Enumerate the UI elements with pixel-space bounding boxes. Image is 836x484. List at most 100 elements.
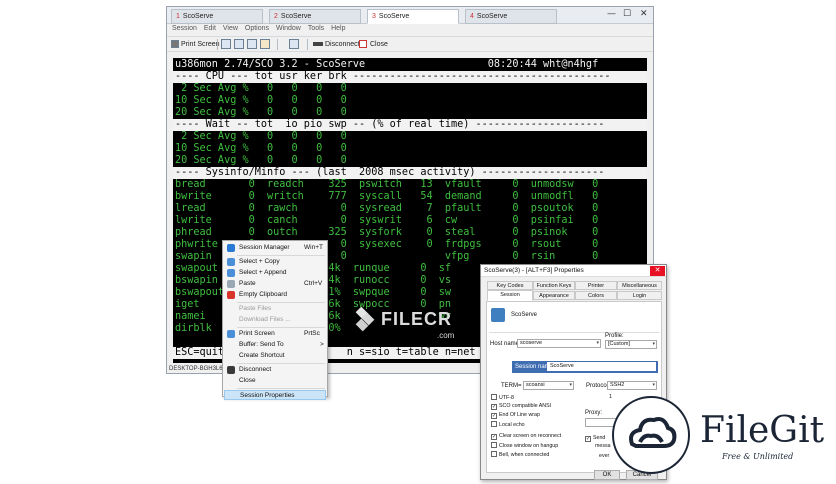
menu-view[interactable]: View [223, 25, 238, 32]
menu-separator [237, 327, 325, 328]
menu-options[interactable]: Options [245, 25, 269, 32]
menu-item-label: Buffer: Send To [239, 341, 284, 348]
menu-item-select-copy[interactable]: Select + Copy [224, 257, 326, 267]
session-tab-3[interactable]: 3 ScoServe [367, 9, 459, 24]
host-name-select[interactable]: scoserve ▾ [517, 339, 601, 348]
menu-item-label: Create Shortcut [239, 352, 285, 359]
session-name-field[interactable]: ScoServe [547, 362, 656, 371]
tab-label: ScoServe [280, 13, 312, 20]
session-tab-2[interactable]: 2 ScoServe [269, 9, 361, 24]
menu-item-label: Select + Append [239, 269, 287, 276]
checkbox-sco-compatible-ansi[interactable]: ✓ SCO compatible ANSI [491, 403, 551, 410]
protocol-value: SSH2 [610, 382, 625, 388]
terminal-line: lread 0 rawch 0 sysread 7 pfault 0 psout… [175, 203, 599, 214]
tab-function-keys[interactable]: Function Keys [533, 281, 575, 290]
menu-item-empty-clipboard[interactable]: Empty Clipboard [224, 290, 326, 300]
checkbox-box [491, 421, 497, 427]
maximize-button[interactable]: ☐ [623, 9, 631, 19]
protocol-select[interactable]: SSH2 ▾ [607, 381, 657, 390]
tab-label: ScoServe [476, 13, 508, 20]
minimize-button[interactable]: — [607, 9, 616, 19]
terminal-line: lwrite 0 canch 0 syswrit 6 cw 0 psinfai … [175, 215, 599, 226]
terminal-section-header: ---- CPU --- tot usr ker brk -----------… [173, 71, 647, 83]
send-checkbox[interactable]: ✓ Send [585, 435, 605, 442]
checkbox-end-of-line-wrap[interactable]: ✓ End Of Line wrap [491, 412, 540, 419]
menu-item-label: Disconnect [239, 366, 272, 373]
paste-icon [227, 280, 235, 288]
submenu-arrow-icon: > [320, 341, 324, 348]
menu-item-session-properties[interactable]: Session Properties [224, 390, 326, 400]
menu-help[interactable]: Help [331, 25, 345, 32]
menu-item-disconnect[interactable]: Disconnect [224, 365, 326, 375]
tab-printer[interactable]: Printer [575, 281, 617, 290]
checkbox-box [491, 451, 497, 457]
menu-edit[interactable]: Edit [204, 25, 216, 32]
disconnect-button[interactable]: Disconnect [325, 39, 360, 50]
terminal-line: phread 0 outch 325 sysfork 0 steal 0 psi… [175, 227, 599, 238]
tab-login[interactable]: Login [617, 291, 662, 300]
clipboard-icon[interactable] [260, 39, 270, 49]
checkbox-bell-when-connected[interactable]: Bell, when connected [491, 451, 549, 459]
session-tab-1[interactable]: 1 ScoServe [171, 9, 263, 24]
menu-item-shortcut: Ctrl+V [304, 280, 323, 287]
terminal-line: 2 Sec Avg % 0 0 0 0 [175, 131, 347, 142]
tab-key-codes[interactable]: Key Codes [487, 281, 533, 290]
terminal-section-header: ---- Sysinfo/Minfo --- (last 2008 msec a… [173, 167, 647, 179]
tab-session[interactable]: Session [487, 290, 533, 301]
print-icon[interactable] [289, 39, 299, 49]
menu-item-create-shortcut[interactable]: Create Shortcut [224, 351, 326, 361]
menu-separator [237, 302, 325, 303]
empty-clipboard-icon [227, 291, 235, 299]
menu-item-close[interactable]: Close [224, 376, 326, 386]
filegit-cloud-icon [629, 417, 677, 448]
profile-label: Profile: [605, 333, 624, 339]
checkbox-local-echo[interactable]: Local echo [491, 421, 525, 429]
terminal-title-line: u386mon 2.74/SCO 3.2 - ScoServe 08:20:44… [175, 59, 599, 70]
terminal-line: 20 Sec Avg % 0 0 0 0 [175, 107, 347, 118]
tab-number: 2 [274, 13, 278, 20]
print-screen-button[interactable]: Print Screen [181, 39, 220, 50]
term-select[interactable]: scoansi ▾ [523, 381, 574, 390]
tab-appearance[interactable]: Appearance [533, 291, 575, 300]
checkbox-clear-screen-on-reconnect[interactable]: ✓ Clear screen on reconnect [491, 433, 561, 440]
toolbar: Print Screen Disconnect Close [167, 36, 653, 52]
protocol-label: Protocol [586, 383, 609, 389]
chevron-down-icon: ▾ [652, 382, 655, 388]
print-icon [227, 330, 235, 338]
menu-item-session-manager[interactable]: Session Manager Win+T [224, 243, 326, 253]
window-icon[interactable] [221, 39, 231, 49]
menu-session[interactable]: Session [172, 25, 197, 32]
menu-item-label: Empty Clipboard [239, 291, 288, 298]
menu-item-paste[interactable]: Paste Ctrl+V [224, 279, 326, 289]
profile-select[interactable]: [Custom] ▾ [605, 340, 657, 349]
close-button[interactable]: ✕ [640, 9, 648, 19]
menu-item-print-screen[interactable]: Print Screen PrtSc [224, 329, 326, 339]
disconnect-icon [313, 42, 323, 46]
menu-separator [237, 255, 325, 256]
menu-item-shortcut: PrtSc [304, 330, 320, 337]
session-name-display: ScoServe [511, 312, 538, 318]
tab-miscellaneous[interactable]: Miscellaneous [617, 281, 662, 290]
checkbox-close-window-on-hangup[interactable]: Close window on hangup [491, 442, 558, 450]
proxy-label: Proxy: [585, 410, 603, 416]
dialog-close-button[interactable]: ✕ [650, 266, 665, 276]
paste-icon[interactable] [247, 39, 257, 49]
session-tab-4[interactable]: 4 ScoServe [465, 9, 557, 24]
select-append-icon [227, 269, 235, 277]
menu-separator [237, 388, 325, 389]
menu-window[interactable]: Window [276, 25, 301, 32]
menu-item-select-append[interactable]: Select + Append [224, 268, 326, 278]
menu-tools[interactable]: Tools [308, 25, 324, 32]
checkbox-utf-8[interactable]: UTF-8 [491, 394, 514, 402]
checkbox-box [491, 442, 497, 448]
menu-item-label: Select + Copy [239, 258, 280, 265]
menu-bar: Session Edit View Options Window Tools H… [167, 25, 653, 36]
menu-item-buffer-send-to[interactable]: Buffer: Send To > [224, 340, 326, 350]
toolbar-separator [277, 39, 278, 50]
copy-icon[interactable] [234, 39, 244, 49]
tab-colors[interactable]: Colors [575, 291, 617, 300]
close-session-button[interactable]: Close [370, 39, 388, 50]
terminal-line: 2 Sec Avg % 0 0 0 0 [175, 83, 347, 94]
checkbox-label: Close window on hangup [499, 443, 559, 449]
send-label: Send [593, 435, 606, 441]
